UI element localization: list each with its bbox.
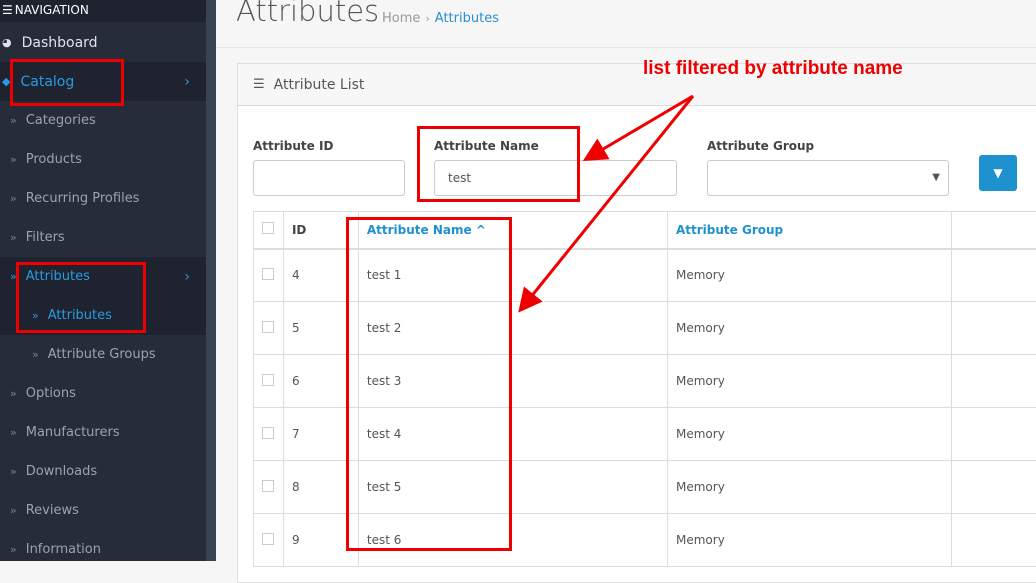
arrow-to-filter (588, 96, 693, 158)
annotation-arrows (0, 0, 1036, 561)
arrow-to-column (522, 96, 693, 308)
